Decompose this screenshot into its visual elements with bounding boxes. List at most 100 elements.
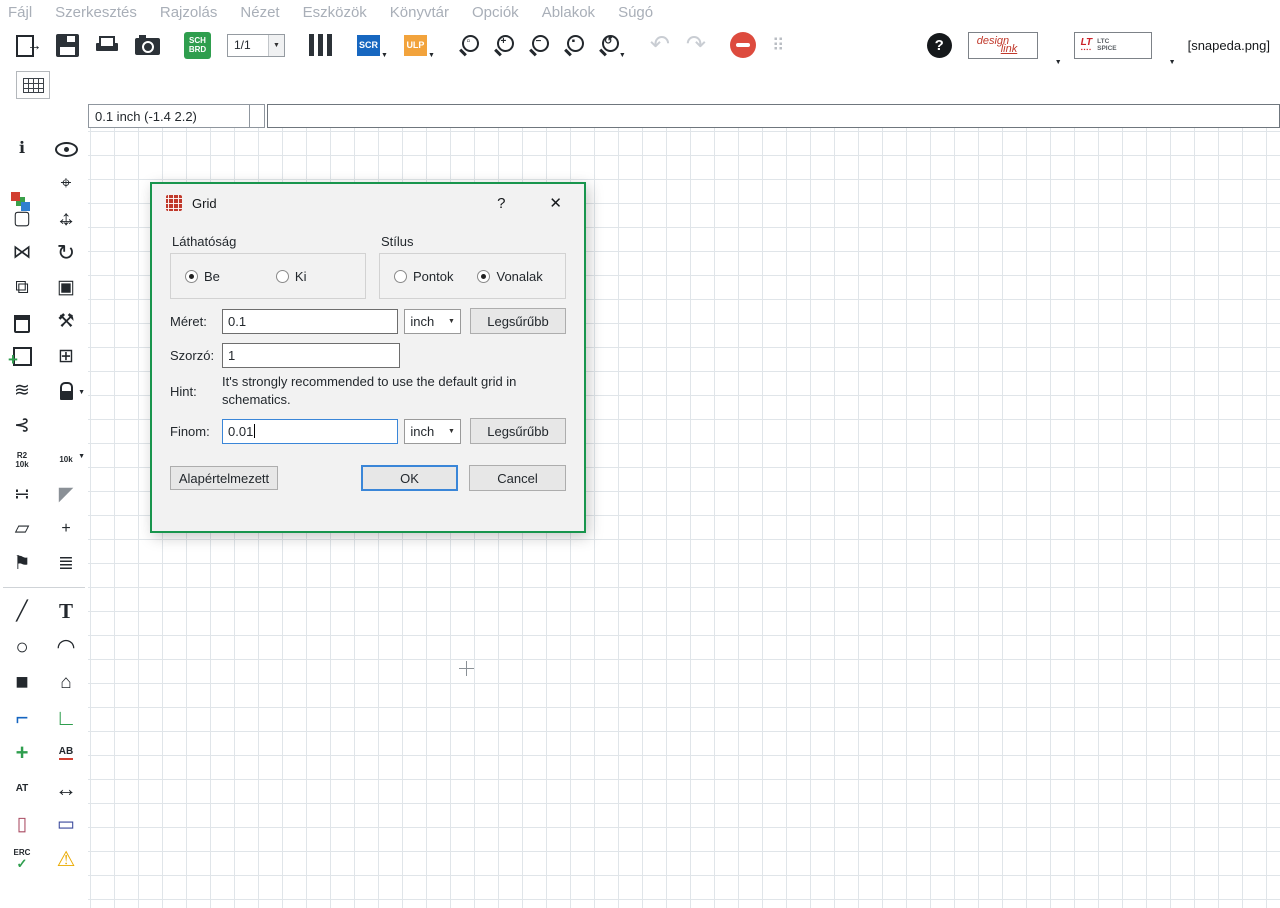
lock-icon[interactable]: ▼ bbox=[44, 382, 88, 400]
optimize-icon[interactable]: + bbox=[44, 520, 88, 537]
sheet-dropdown-icon[interactable]: ▼ bbox=[268, 34, 284, 56]
port-icon[interactable]: ▯ bbox=[0, 815, 44, 834]
switch-sch-brd-button[interactable]: SCH BRD bbox=[184, 31, 211, 59]
cancel-button[interactable]: Cancel bbox=[469, 465, 566, 491]
toolbar-overflow-icon[interactable]: ⠿ bbox=[772, 31, 784, 59]
frame-icon[interactable]: ▭ bbox=[44, 815, 88, 834]
mirror-icon[interactable]: ⋈ bbox=[0, 243, 44, 262]
errors-warning-icon[interactable]: ⚠ bbox=[44, 849, 88, 870]
command-input[interactable] bbox=[267, 104, 1280, 128]
dimension-icon[interactable]: ↔ bbox=[44, 777, 88, 800]
run-script-button[interactable]: SCR ▼ bbox=[357, 31, 388, 59]
smash-icon[interactable]: ∺ bbox=[0, 485, 44, 504]
ok-button[interactable]: OK bbox=[361, 465, 458, 491]
grid-settings-button[interactable] bbox=[16, 71, 50, 99]
open-icon[interactable] bbox=[14, 32, 42, 58]
attribute-icon[interactable]: AT bbox=[0, 783, 44, 794]
save-icon[interactable] bbox=[56, 33, 79, 57]
multiple-input[interactable]: 1 bbox=[222, 343, 400, 368]
radio-style-dots[interactable]: Pontok bbox=[394, 269, 453, 284]
junction-icon[interactable]: + bbox=[0, 742, 44, 764]
label-flag-icon[interactable]: ⚑ bbox=[0, 554, 44, 573]
menu-tools[interactable]: Eszközök bbox=[303, 4, 367, 21]
design-link-dropdown-icon[interactable]: ▼ bbox=[1055, 59, 1062, 66]
size-unit-select[interactable]: inch ▼ bbox=[404, 308, 461, 334]
bus-icon[interactable]: ⌐ bbox=[0, 706, 44, 729]
arc-icon[interactable]: ◠ bbox=[44, 635, 88, 658]
change-wrench-icon[interactable]: ⚒ bbox=[44, 312, 88, 331]
redo-icon[interactable]: ↷ bbox=[686, 31, 706, 59]
text-icon[interactable]: T bbox=[44, 600, 88, 622]
help-icon[interactable]: ? bbox=[926, 32, 952, 58]
alt-input[interactable]: 0.01 bbox=[222, 418, 399, 444]
erc-icon[interactable]: ERC ✓ bbox=[0, 849, 44, 871]
layers-icon[interactable] bbox=[309, 34, 333, 56]
radio-label-dots: Pontok bbox=[413, 268, 454, 284]
zoom-redraw-button[interactable]: ↺ ▼ bbox=[599, 31, 626, 59]
ltc-logo-text: LT bbox=[1080, 36, 1093, 48]
zoom-dropdown-icon[interactable]: ▼ bbox=[619, 52, 626, 59]
grid-dialog-titlebar[interactable]: Grid ? ✕ bbox=[152, 184, 584, 222]
circle-icon[interactable]: ○ bbox=[0, 635, 44, 658]
run-ulp-button[interactable]: ULP ▼ bbox=[403, 31, 435, 59]
ltc-label-line1: LTC bbox=[1097, 37, 1110, 45]
info-icon[interactable]: ℹ bbox=[0, 141, 44, 157]
dialog-close-button[interactable]: ✕ bbox=[549, 194, 562, 212]
menu-windows[interactable]: Ablakok bbox=[542, 4, 595, 21]
export-image-icon[interactable] bbox=[135, 35, 160, 55]
menu-view[interactable]: Nézet bbox=[240, 4, 279, 21]
menu-file[interactable]: Fájl bbox=[8, 4, 32, 21]
size-input[interactable]: 0.1 bbox=[222, 308, 399, 334]
zoom-select-icon[interactable]: ▪ bbox=[564, 35, 584, 55]
alt-finest-button[interactable]: Legsűrűbb bbox=[469, 418, 566, 444]
radio-visibility-on[interactable]: Be bbox=[185, 269, 220, 284]
ltc-spice-button[interactable]: LT ▪▪▪▪ LTC SPICE bbox=[1073, 31, 1152, 59]
name-tool-icon[interactable]: R2 10k bbox=[0, 451, 44, 469]
alt-unit-select[interactable]: inch ▼ bbox=[404, 418, 461, 444]
paste-icon[interactable]: ▣ bbox=[44, 278, 88, 297]
copy-icon[interactable]: ⧉ bbox=[0, 278, 44, 297]
zoom-in-icon[interactable]: + bbox=[494, 35, 514, 55]
menu-edit[interactable]: Szerkesztés bbox=[55, 4, 137, 21]
show-icon[interactable] bbox=[44, 142, 88, 157]
value-tool-icon[interactable]: 10k ▼ bbox=[44, 453, 88, 464]
zoom-out-icon[interactable]: − bbox=[529, 35, 549, 55]
zoom-fit-icon[interactable]: ▫ bbox=[459, 35, 479, 55]
design-link-button[interactable]: design link bbox=[967, 31, 1038, 59]
net-class-icon[interactable]: ≋ bbox=[0, 381, 44, 400]
menu-help[interactable]: Súgó bbox=[618, 4, 653, 21]
size-finest-button[interactable]: Legsűrűbb bbox=[469, 308, 566, 334]
rotate-icon[interactable]: ↻ bbox=[44, 241, 88, 264]
move-icon[interactable] bbox=[44, 208, 88, 229]
net-icon[interactable]: ∟ bbox=[44, 706, 88, 729]
attribute-list-icon[interactable]: ≣ bbox=[44, 554, 88, 573]
delete-icon[interactable] bbox=[0, 310, 44, 333]
undo-icon[interactable]: ↶ bbox=[650, 31, 670, 59]
menu-draw[interactable]: Rajzolás bbox=[160, 4, 218, 21]
ulp-dropdown-icon[interactable]: ▼ bbox=[428, 52, 435, 59]
default-button[interactable]: Alapértelmezett bbox=[170, 466, 278, 490]
scr-dropdown-icon[interactable]: ▼ bbox=[381, 52, 388, 59]
gateswap-icon[interactable]: ⊰ bbox=[0, 416, 44, 435]
multiple-row: Szorzó: 1 bbox=[170, 343, 566, 368]
miter-icon[interactable]: ◤ bbox=[44, 485, 88, 504]
split-icon[interactable]: ▱ bbox=[0, 519, 44, 538]
print-icon[interactable] bbox=[95, 34, 119, 56]
mark-icon[interactable]: ⌖ bbox=[44, 174, 88, 193]
rect-icon[interactable]: ■ bbox=[0, 671, 44, 693]
wire-icon[interactable]: ╱ bbox=[0, 602, 44, 621]
menu-options[interactable]: Opciók bbox=[472, 4, 519, 21]
dialog-help-button[interactable]: ? bbox=[497, 195, 505, 212]
polygon-icon[interactable]: ⌂ bbox=[44, 673, 88, 692]
radio-style-lines[interactable]: Vonalak bbox=[477, 269, 543, 284]
group-select-icon[interactable]: ▢ bbox=[0, 209, 44, 228]
add-part-icon[interactable] bbox=[0, 347, 44, 368]
hint-label: Hint: bbox=[170, 383, 197, 399]
label-icon[interactable]: AB bbox=[44, 746, 88, 760]
menu-library[interactable]: Könyvtár bbox=[390, 4, 449, 21]
invoke-icon[interactable]: ⊞ bbox=[44, 347, 88, 366]
ltc-dropdown-icon[interactable]: ▼ bbox=[1169, 59, 1176, 66]
radio-visibility-off[interactable]: Ki bbox=[275, 269, 306, 284]
sheet-selector[interactable]: 1/1 ▼ bbox=[227, 33, 285, 57]
stop-icon[interactable] bbox=[730, 32, 757, 58]
